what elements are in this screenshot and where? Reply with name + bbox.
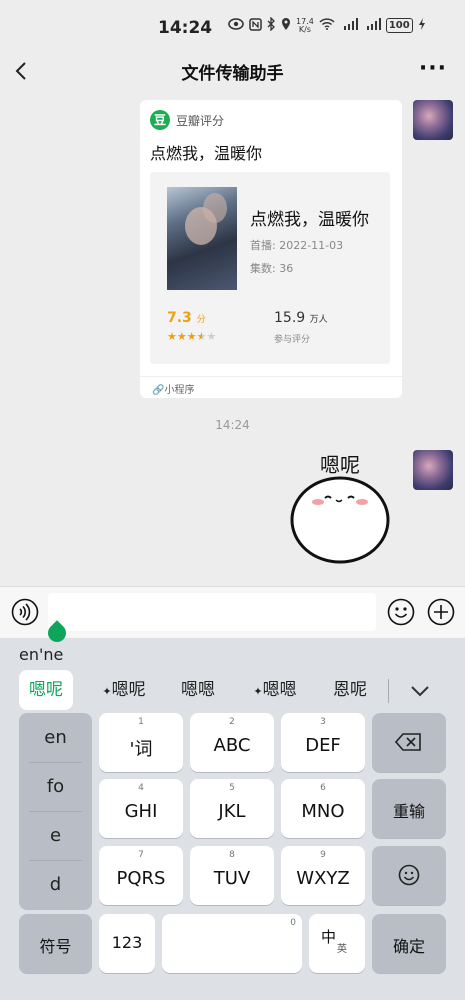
card-app-header: 豆 豆瓣评分 (150, 110, 224, 130)
movie-info-panel: 点燃我，温暖你 首播: 2022-11-03 集数: 36 7.3 分 ★★★★… (150, 172, 390, 364)
poster-figure (203, 193, 227, 223)
candidate-divider (388, 679, 389, 703)
card-divider (140, 376, 402, 377)
message-input[interactable] (48, 593, 376, 631)
candidate-item[interactable]: 嗯嗯 (172, 670, 224, 710)
movie-episodes: 集数: 36 (250, 262, 294, 275)
signal-5g-icon (363, 18, 381, 33)
space-key[interactable]: 0 (162, 914, 302, 973)
add-more-icon[interactable] (427, 598, 455, 626)
numbers-key[interactable]: 123 (99, 914, 155, 973)
syllable-item[interactable]: fo (19, 762, 92, 811)
card-app-name: 豆瓣评分 (176, 113, 225, 128)
syllable-item[interactable]: d (19, 860, 92, 909)
location-icon (281, 17, 291, 34)
status-time: 14:24 (158, 18, 213, 38)
nav-bar: 文件传输助手 ··· (0, 54, 465, 90)
star-icon: ★ (167, 330, 177, 343)
emoji-key[interactable] (372, 846, 446, 905)
key-1[interactable]: 1 '词 (99, 713, 183, 772)
ime-keyboard: en'ne 嗯呢 ✦嗯呢 嗯嗯 ✦嗯嗯 恩呢 en fo e d 1 '词 2 AB… (0, 620, 465, 1000)
smiley-icon (398, 864, 420, 886)
chevron-down-icon[interactable] (408, 680, 432, 702)
backspace-key[interactable] (372, 713, 446, 772)
candidate-item[interactable]: ✦嗯呢 (92, 670, 156, 710)
user-avatar[interactable] (413, 100, 453, 140)
movie-premiere: 首播: 2022-11-03 (250, 239, 344, 252)
message-input-bar (0, 586, 465, 638)
star-half-icon: ★ (196, 330, 207, 343)
syllable-item[interactable]: e (19, 811, 92, 860)
nfc-icon (249, 17, 262, 34)
douban-share-card[interactable]: 豆 豆瓣评分 点燃我，温暖你 点燃我，温暖你 首播: 2022-11-03 集数… (140, 100, 402, 398)
candidate-item[interactable]: 恩呢 (324, 670, 376, 710)
key-3[interactable]: 3 DEF (281, 713, 365, 772)
chat-timestamp: 14:24 (215, 418, 250, 432)
raters-label: 参与评分 (274, 335, 311, 345)
link-icon: 🔗 (152, 385, 165, 396)
key-6[interactable]: 6 MNO (281, 779, 365, 838)
more-options-icon[interactable]: ··· (419, 56, 447, 81)
key-2[interactable]: 2 ABC (190, 713, 274, 772)
retype-key[interactable]: 重输 (372, 779, 446, 838)
sticker-message[interactable]: 嗯呢 (290, 450, 400, 565)
star-icon: ★ (186, 330, 197, 343)
candidate-item[interactable]: 嗯呢 (19, 670, 73, 710)
signal-4g-icon (340, 18, 358, 33)
key-8[interactable]: 8 TUV (190, 846, 274, 905)
key-5[interactable]: 5 JKL (190, 779, 274, 838)
mini-program-label: 🔗小程序 (152, 385, 195, 396)
user-avatar[interactable] (413, 450, 453, 490)
candidate-item[interactable]: ✦嗯嗯 (243, 670, 307, 710)
star-icon: ★ (176, 330, 187, 343)
sticker-text: 嗯呢 (320, 453, 360, 477)
star-empty-icon: ★ (206, 330, 217, 343)
rating-score: 7.3 分 (167, 310, 206, 326)
card-title: 点燃我，温暖你 (150, 144, 263, 163)
pinyin-syllable-list: en fo e d (19, 713, 92, 910)
rating-stars: ★★★★★ (167, 330, 216, 343)
language-switch-key[interactable]: 中 英 (309, 914, 365, 973)
sparkle-icon: ✦ (102, 685, 112, 698)
key-9[interactable]: 9 WXYZ (281, 846, 365, 905)
syllable-item[interactable]: en (19, 713, 92, 762)
key-4[interactable]: 4 GHI (99, 779, 183, 838)
wifi-icon (319, 18, 335, 33)
douban-logo-icon: 豆 (150, 110, 170, 130)
key-7[interactable]: 7 PQRS (99, 846, 183, 905)
bluetooth-icon (267, 16, 276, 34)
eye-icon (228, 18, 244, 33)
battery-indicator: 100 (385, 18, 413, 33)
pinyin-composition: en'ne (19, 645, 64, 664)
backspace-icon (395, 733, 421, 751)
movie-name: 点燃我，温暖你 (250, 210, 369, 230)
network-speed: 17.4 K/s (296, 16, 314, 34)
symbols-key[interactable]: 符号 (19, 914, 92, 973)
sparkle-icon: ✦ (253, 685, 263, 698)
confirm-key[interactable]: 确定 (372, 914, 446, 973)
movie-poster (167, 187, 237, 290)
chat-title: 文件传输助手 (181, 64, 284, 84)
emoji-icon[interactable] (387, 598, 415, 626)
status-icons: 17.4 K/s 100 (228, 16, 426, 34)
candidate-bar: 嗯呢 ✦嗯呢 嗯嗯 ✦嗯嗯 恩呢 (0, 670, 465, 712)
status-bar: 14:24 17.4 K/s 100 (0, 0, 465, 54)
raters-count: 15.9 万人 (274, 310, 328, 326)
voice-input-icon[interactable] (11, 598, 39, 626)
charging-icon (418, 17, 426, 34)
